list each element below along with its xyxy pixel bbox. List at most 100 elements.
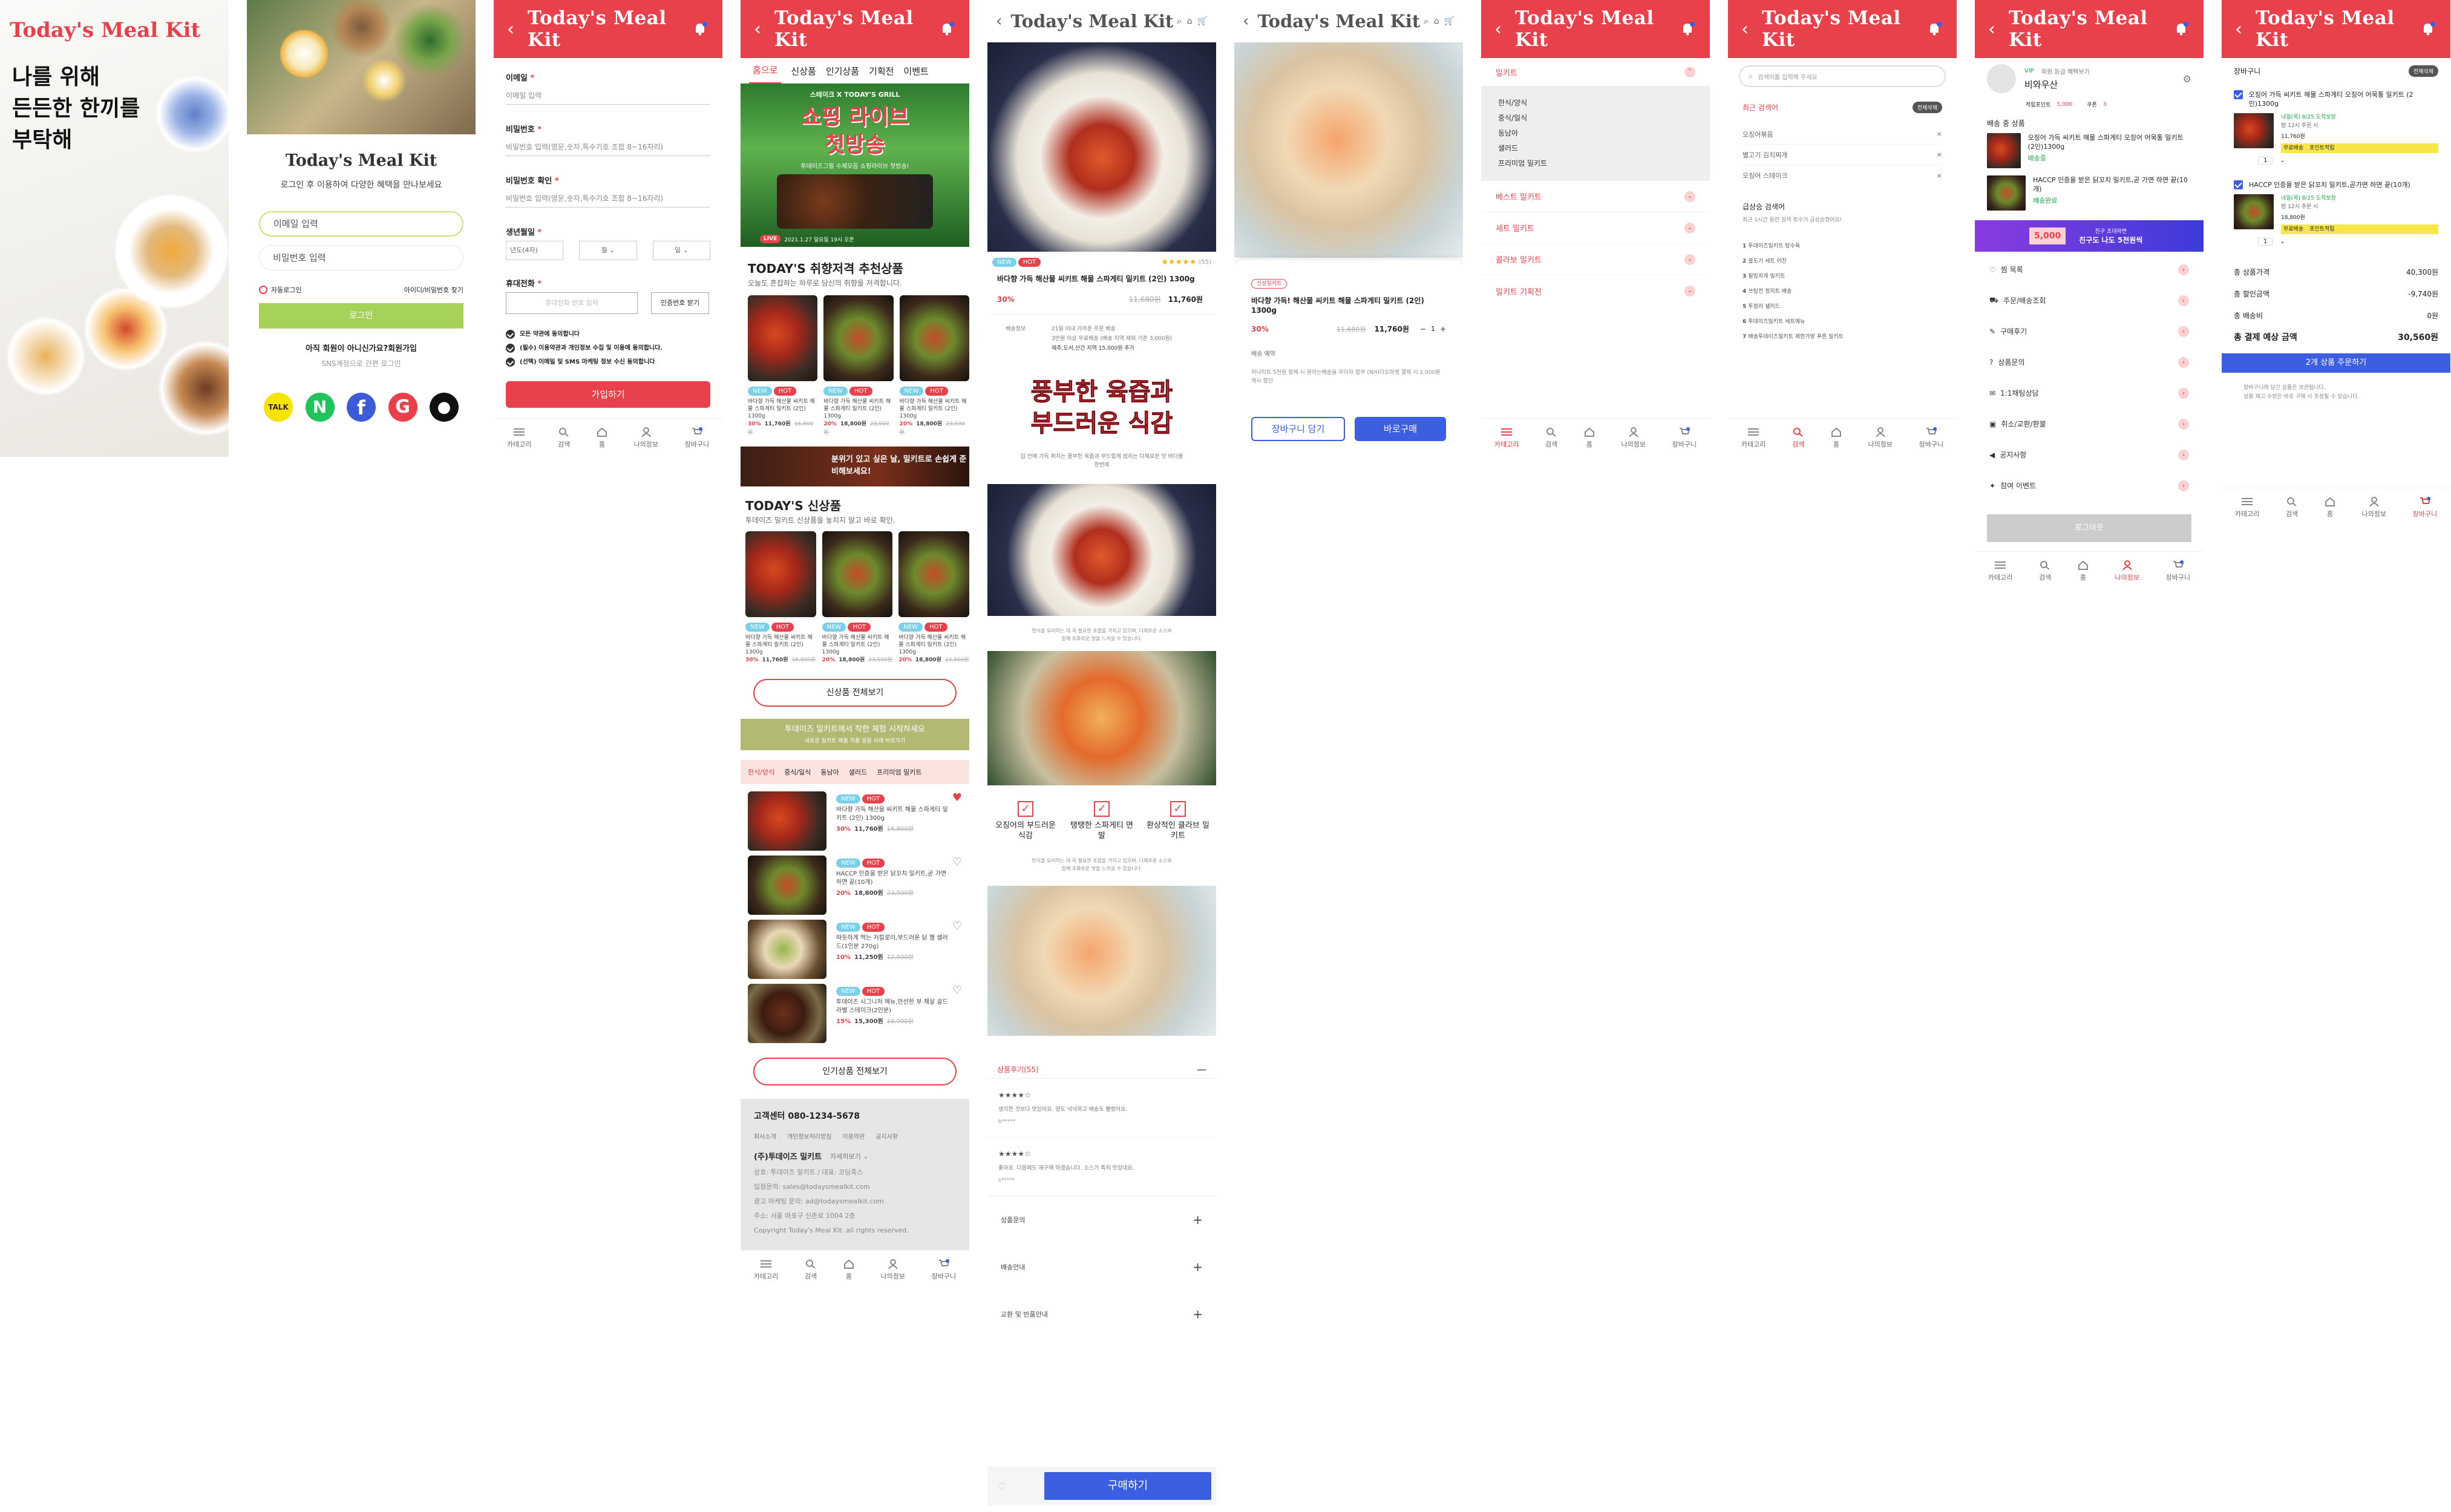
- category-group[interactable]: 콜라보 밀키트 ⌄: [1481, 244, 1710, 275]
- category-sub-item[interactable]: 샐러드: [1498, 141, 1693, 156]
- popular-item[interactable]: 6 투데이즈밀키트 세트메뉴: [1743, 315, 1942, 330]
- phone-field[interactable]: 휴대전화 번호 입력: [506, 292, 638, 314]
- item-checkbox[interactable]: [2234, 90, 2243, 99]
- menu-reviews[interactable]: ✎ 구매후기 ›: [1975, 316, 2204, 347]
- popular-item[interactable]: 5 투정라 샐러드: [1743, 299, 1942, 315]
- plus-icon[interactable]: +: [1193, 1307, 1203, 1321]
- tab-home[interactable]: 홈: [597, 427, 607, 449]
- coupon-value[interactable]: 3: [2103, 102, 2107, 108]
- cat-tab[interactable]: 중식/일식: [784, 767, 811, 777]
- menu-chat[interactable]: ✉ 1:1채팅상담 ›: [1975, 378, 2204, 408]
- tab-event[interactable]: 이벤트: [903, 65, 928, 77]
- home-icon[interactable]: ⌂: [1434, 16, 1439, 26]
- agree-all[interactable]: 모든 약관에 동의합니다: [506, 327, 710, 341]
- back-icon[interactable]: ‹: [1988, 19, 1995, 40]
- menu-events[interactable]: ✦ 참여 이벤트 ›: [1975, 470, 2204, 501]
- bell-icon[interactable]: [691, 20, 709, 38]
- tab-home[interactable]: 홈: [843, 1259, 854, 1281]
- tab-category[interactable]: 카테고리: [1741, 427, 1765, 449]
- tab-category[interactable]: 카테고리: [1988, 560, 2012, 582]
- back-icon[interactable]: ‹: [2235, 19, 2242, 40]
- grade-link[interactable]: 회원 등급 혜택보기: [2041, 67, 2090, 76]
- tab-category[interactable]: 카테고리: [2235, 497, 2259, 519]
- list-item[interactable]: NEW HOT 바다향 가득 해산물 씨키트 해물 스파게티 밀키트 (2인) 1…: [748, 791, 962, 856]
- tab-cart[interactable]: 장바구니: [932, 1258, 956, 1281]
- cat-tab[interactable]: 한식/양식: [748, 767, 774, 777]
- chevron-down-icon[interactable]: ⌄: [1684, 191, 1695, 202]
- footer-link[interactable]: 공지사항: [875, 1131, 898, 1141]
- plus-icon[interactable]: +: [1193, 1260, 1203, 1274]
- menu-qna[interactable]: ? 상품문의 ›: [1975, 347, 2204, 378]
- close-icon[interactable]: ×: [1937, 151, 1942, 159]
- new-all-button[interactable]: 신상품 전체보기: [753, 679, 957, 707]
- popular-item[interactable]: 2 블도기 세트 어찬: [1743, 254, 1942, 269]
- accordion-qna[interactable]: 상품문의 +: [987, 1196, 1216, 1243]
- menu-orders[interactable]: ⛟ 주문/배송조회 ›: [1975, 285, 2204, 316]
- cart-icon[interactable]: 🛒: [1197, 16, 1208, 26]
- password-confirm-field[interactable]: 비밀번호 입력(영문,숫자,특수기호 조합 8~16자리): [506, 189, 710, 208]
- agree-terms[interactable]: (필수) 이용약관과 개인정보 수집 및 이용에 동의합니다.: [506, 341, 710, 355]
- tab-home-link[interactable]: 홈으로: [749, 57, 782, 84]
- tab-search[interactable]: 검색: [1792, 427, 1804, 449]
- live-banner[interactable]: 스테이크 X TODAY'S GRILL 쇼핑 라이브 첫방송 투데이즈그릴 수…: [741, 83, 969, 247]
- heart-icon[interactable]: ♡: [952, 856, 962, 868]
- new-card[interactable]: NEW HOT 바다향 가득 해산물 씨키트 해물 스파게티 밀키트 (2인) 1…: [745, 531, 816, 664]
- tab-new[interactable]: 신상품: [791, 65, 816, 77]
- invite-banner[interactable]: 5,000 친구 초대하면 친구도 나도 5천원씩: [1975, 220, 2204, 252]
- buy-button[interactable]: 구매하기: [1044, 1472, 1211, 1500]
- tab-home[interactable]: 홈: [1831, 427, 1842, 449]
- recent-item[interactable]: 오징어 스테이크 ×: [1743, 165, 1942, 186]
- order-item[interactable]: HACCP 인증을 받은 닭꼬치 밀키트,곧 가면 하면 끝(10개) 배송완료: [1987, 175, 2191, 211]
- qty-plus[interactable]: +: [1440, 325, 1446, 333]
- birth-month-select[interactable]: 월 ⌄: [579, 241, 637, 260]
- logout-button[interactable]: 로그아웃: [1987, 514, 2191, 542]
- collapse-icon[interactable]: —: [1197, 1064, 1206, 1075]
- list-item[interactable]: NEW HOT 투데이즈 시그니처 메뉴,안선한 부 채살 골드라벨 스테이크(2…: [748, 984, 962, 1048]
- delete-all-button[interactable]: 전체삭제: [1912, 102, 1942, 113]
- tab-mypage[interactable]: 나의정보: [2362, 496, 2386, 519]
- tab-mypage[interactable]: 나의정보: [1868, 427, 1893, 449]
- search-input[interactable]: ⌕ 검색어를 입력해 주세요: [1739, 65, 1946, 87]
- list-item[interactable]: NEW HOT 따듯하게 먹는 저칼로리,부드러운 닭 햄 샐러드(1인분 270…: [748, 920, 962, 984]
- apple-login-icon[interactable]: ●: [430, 393, 459, 422]
- category-group[interactable]: 밀키트 ⌃: [1481, 58, 1710, 86]
- footer-link[interactable]: 이용약관: [842, 1131, 865, 1141]
- heart-icon[interactable]: ♡: [997, 1481, 1015, 1492]
- tab-cart[interactable]: 장바구니: [1919, 427, 1943, 449]
- popular-item[interactable]: 4 쓰팅전 정지트 배송: [1743, 284, 1942, 299]
- tab-exhibition[interactable]: 기획전: [869, 65, 894, 77]
- tab-search[interactable]: 검색: [2286, 497, 2298, 519]
- category-sub-item[interactable]: 프리미엄 밀키트: [1498, 156, 1693, 171]
- footer-link[interactable]: 개인정보처리방침: [787, 1131, 832, 1141]
- naver-login-icon[interactable]: N: [305, 393, 335, 422]
- bell-icon[interactable]: [938, 20, 956, 38]
- find-account-link[interactable]: 아이디/비밀번호 찾기: [404, 285, 463, 295]
- tab-search[interactable]: 검색: [2039, 560, 2051, 582]
- back-icon[interactable]: ‹: [1243, 12, 1249, 30]
- password-input[interactable]: 비밀번호 입력: [259, 245, 463, 270]
- search-icon[interactable]: ⌕: [1424, 15, 1429, 27]
- tab-cart[interactable]: 장바구니: [685, 427, 709, 449]
- new-card[interactable]: NEW HOT 바다향 가득 해산물 씨키트 해물 스파게티 밀키트 (2인) 1…: [822, 531, 893, 664]
- password-field[interactable]: 비밀번호 입력(영문,숫자,특수기호 조합 8~16자리): [506, 138, 710, 156]
- submit-signup-button[interactable]: 가입하기: [506, 381, 710, 408]
- tab-mypage[interactable]: 나의정보: [634, 427, 658, 449]
- tab-category[interactable]: 카테고리: [754, 1259, 778, 1281]
- qty-value[interactable]: 1: [2258, 157, 2273, 165]
- tab-home[interactable]: 홈: [2078, 560, 2089, 582]
- tab-mypage[interactable]: 나의정보: [1621, 427, 1646, 449]
- birth-day-select[interactable]: 일 ⌄: [652, 241, 710, 260]
- chevron-up-icon[interactable]: ⌃: [1684, 67, 1695, 77]
- item-checkbox[interactable]: [2234, 180, 2243, 189]
- join-link[interactable]: 아직 회원이 아니신가요?회원가입: [247, 342, 476, 353]
- category-group[interactable]: 세트 밀키트 ⌄: [1481, 212, 1710, 244]
- new-card[interactable]: NEW HOT 바다향 가득 해산물 씨키트 해물 스파게티 밀키트 (2인) 1…: [898, 531, 969, 664]
- tab-popular[interactable]: 인기상품: [826, 65, 859, 77]
- category-group[interactable]: 밀키트 기획전 ⌄: [1481, 275, 1710, 307]
- cat-tab[interactable]: 샐러드: [849, 767, 867, 777]
- delete-all-button[interactable]: 전체삭제: [2408, 65, 2438, 77]
- agree-marketing[interactable]: (선택) 이메일 및 SMS 마케팅 정보 수신 동의합니다: [506, 355, 710, 369]
- search-icon[interactable]: ⌕: [1177, 15, 1182, 27]
- plus-icon[interactable]: +: [1193, 1213, 1203, 1227]
- popular-item[interactable]: 3 필링치게 밀키트: [1743, 269, 1942, 284]
